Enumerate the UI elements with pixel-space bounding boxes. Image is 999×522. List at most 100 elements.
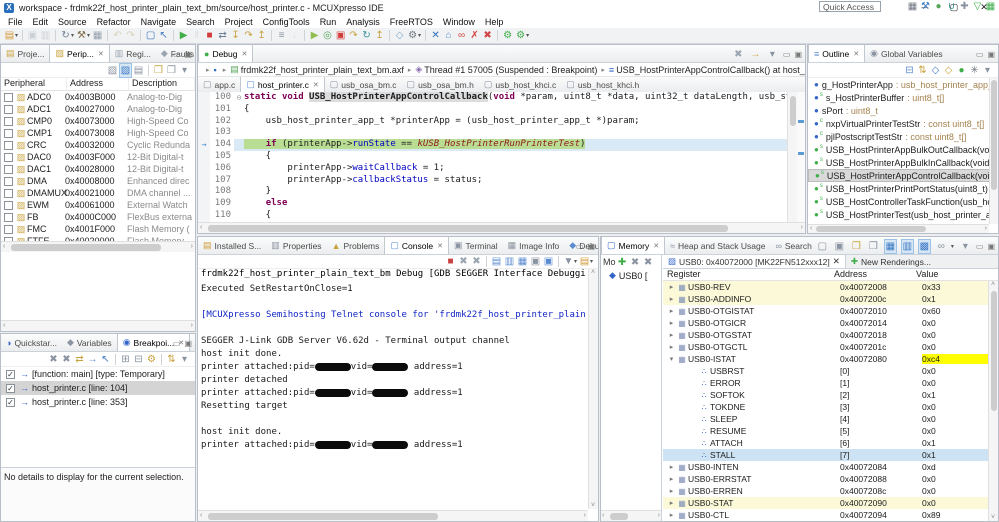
peripheral-row-crc[interactable]: ▨ CRC 0x40032000 Cyclic Redunda [1,139,195,151]
menu-configtools[interactable]: ConfigTools [258,17,315,27]
mem-pin-icon[interactable]: ▣ [833,240,846,253]
peripheral-checkbox[interactable] [4,164,13,174]
peripheral-checkbox[interactable] [4,152,13,162]
console-pin-icon[interactable]: ▣ [529,255,542,268]
register-row-usb0-otgctl[interactable]: ▸ ▦ USB0-OTGCTL 0x4007201c 0x0 [663,341,988,353]
close-icon[interactable]: ✕ [242,50,248,58]
console-remove-launch-icon[interactable]: ✖ [457,255,470,268]
outline-hide-static-icon[interactable]: ◇ [942,64,955,77]
resume-icon[interactable]: ▶ [177,29,190,42]
outline-item[interactable]: ● s USB_HostControllerTaskFunction(usb_hos… [808,195,998,208]
suspend-icon[interactable]: ‖ [190,29,203,42]
outline-item[interactable]: ● sPort : uint8_t [808,104,998,117]
peripheral-checkbox[interactable] [4,200,13,210]
maximize-view-icon[interactable]: ▣ [587,242,595,251]
expand-icon[interactable]: ▸ [667,307,676,315]
expand-icon[interactable]: ▸ [667,487,676,495]
skip-breakpoints-icon[interactable]: ◇ [393,29,406,42]
tab-global-variables[interactable]: ◉ Global Variables [865,45,948,62]
register-row-usb0-otgistat[interactable]: ▸ ▦ USB0-OTGISTAT 0x40072010 0x60 [663,305,988,317]
outline-menu-icon[interactable]: ▾ [981,64,994,77]
outline-item[interactable]: ● c pjlPostscriptTestStr : const uint8_t[] [808,130,998,143]
mem-new-monitor-icon[interactable]: ▢ [816,240,829,253]
mem-export-icon[interactable]: ❒ [867,240,880,253]
register-row-usb0-otgstat[interactable]: ▸ ▦ USB0-OTGSTAT 0x40072018 0x0 [663,329,988,341]
close-icon[interactable]: ✕ [313,81,319,89]
breakpoint-checkbox[interactable]: ✓ [6,397,15,407]
tab-debug[interactable]: ● Debug ✕ [198,45,254,62]
expand-icon[interactable]: ▸ [667,319,676,327]
expand-icon[interactable]: ▸ [667,499,676,507]
build-all-dropdown-icon[interactable]: ▾ [71,32,74,39]
monitor-remove-all-icon[interactable]: ✖ [642,256,655,269]
register-row-usb0-inten[interactable]: ▸ ▦ USB0-INTEN 0x40072084 0xd [663,461,988,473]
remove-terminated-icon[interactable]: ▣ [334,29,347,42]
outline-item[interactable]: ● c nxpVirtualPrinterTestStr : const uint8… [808,117,998,130]
register-row-usb0-addinfo[interactable]: ▸ ▦ USB0-ADDINFO 0x4007200c 0x1 [663,293,988,305]
column-description[interactable]: Description [129,78,195,90]
breadcrumb-item[interactable]: frdmk22f_host_printer_plain_text_bm.axf [241,65,404,75]
register-row-usb0-istat[interactable]: ▾ ▦ USB0-ISTAT 0x40072080 0xc4 [663,353,988,365]
console-display-selected-icon-dropdown-icon[interactable]: ▾ [574,258,577,265]
menu-project[interactable]: Project [220,17,258,27]
tab-proje[interactable]: ▤ Proje... [1,45,49,62]
grid-perspective-icon[interactable]: ▦ [984,0,997,13]
console-hscrollbar[interactable]: ‹ › [198,510,588,521]
peripheral-row-dac0[interactable]: ▨ DAC0 0x4003F000 12-Bit Digital-t [1,151,195,163]
console-output[interactable]: Executed SetRestartOnClose=1 [MCUXpresso … [201,283,586,509]
maximize-view-icon[interactable]: ▣ [987,242,995,251]
debug-remove-icon[interactable]: ✖ [732,48,745,61]
outline-item[interactable]: ● s USB_HostPrinterAppControlCallback(void [808,169,998,182]
bp-collapse-all-icon[interactable]: ⊟ [132,353,145,366]
maximize-view-icon[interactable]: ▣ [184,50,192,59]
refresh-debug-icon[interactable]: ↻ [360,29,373,42]
outline-item[interactable]: ● s s_HostPrinterBuffer : uint8_t[] [808,91,998,104]
red-probe-icon[interactable]: ✗ [468,29,481,42]
register-row-usb0-otgicr[interactable]: ▸ ▦ USB0-OTGICR 0x40072014 0x0 [663,317,988,329]
mem-new-tab-icon[interactable]: ❒ [850,240,863,253]
bp-sort-icon[interactable]: ⇅ [165,353,178,366]
tab-memory[interactable]: ▢ Memory ✕ [601,237,666,254]
register-row-stall[interactable]: ∴ STALL [7] 0x1 [663,449,988,461]
peripheral-checkbox[interactable] [4,128,13,138]
peripheral-row-fmc[interactable]: ▨ FMC 0x4001F000 Flash Memory ( [1,223,195,235]
peripheral-checkbox[interactable] [4,104,13,114]
register-row-usb0-rev[interactable]: ▸ ▦ USB0-REV 0x40072008 0x33 [663,281,988,293]
peripheral-checkbox[interactable] [4,224,13,234]
minimize-view-icon[interactable]: ▭ [173,339,181,348]
outline-item[interactable]: ● s USB_HostPrinterAppBulkInCallback(void*… [808,156,998,169]
tab-variables[interactable]: ◆ Variables [62,334,117,351]
register-row-usbrst[interactable]: ∴ USBRST [0] 0x0 [663,365,988,377]
console-scroll-lock-icon[interactable]: ▥ [503,255,516,268]
breakpoint-row[interactable]: ✓ → host_printer.c [line: 104] [1,381,195,395]
console-remove-all-icon[interactable]: ✖ [470,255,483,268]
terminate-icon[interactable]: ■ [203,29,216,42]
peripheral-checkbox[interactable] [4,212,13,222]
step-over-icon[interactable]: ↷ [242,29,255,42]
column-address[interactable]: Address [830,269,912,280]
expand-icon[interactable]: ▸ [667,331,676,339]
expand-icon[interactable]: ▸ [667,475,676,483]
debug-viewmenu-icon[interactable]: ▾ [766,48,779,61]
breakpoint-row[interactable]: ✓ → [function: main] [type: Temporary] [1,367,195,381]
peripheral-row-dac1[interactable]: ▨ DAC1 0x40028000 12-Bit Digital-t [1,163,195,175]
editor-tab-app-c[interactable]: ▢ app.c [198,77,240,92]
gear-menu-dropdown-icon[interactable]: ▾ [418,32,421,39]
breakpoint-checkbox[interactable]: ✓ [6,369,15,379]
column-value[interactable]: Value [912,269,998,280]
menu-analysis[interactable]: Analysis [341,17,385,27]
expand-icon[interactable]: ▸ [667,463,676,471]
open-perspective-icon[interactable]: ▦ [906,0,919,13]
register-row-resume[interactable]: ∴ RESUME [5] 0x0 [663,425,988,437]
coverage-icon[interactable]: ◎ [321,29,334,42]
console-show-stdout-icon[interactable]: ▣ [542,255,555,268]
home-icon[interactable]: ⌂ [442,29,455,42]
register-row-usb0-erren[interactable]: ▸ ▦ USB0-ERREN 0x4007208c 0x0 [663,485,988,497]
shield-perspective-icon[interactable]: ▽ [971,0,984,13]
breakpoint-row[interactable]: ✓ → host_printer.c [line: 353] [1,395,195,409]
peripheral-checkbox[interactable] [4,92,13,102]
memory-monitor-item[interactable]: ◆ USB0 [ [601,269,661,282]
close-icon[interactable]: ✕ [833,256,840,267]
undo-icon[interactable]: ↶ [111,29,124,42]
monitor-remove-icon[interactable]: ✖ [629,256,642,269]
